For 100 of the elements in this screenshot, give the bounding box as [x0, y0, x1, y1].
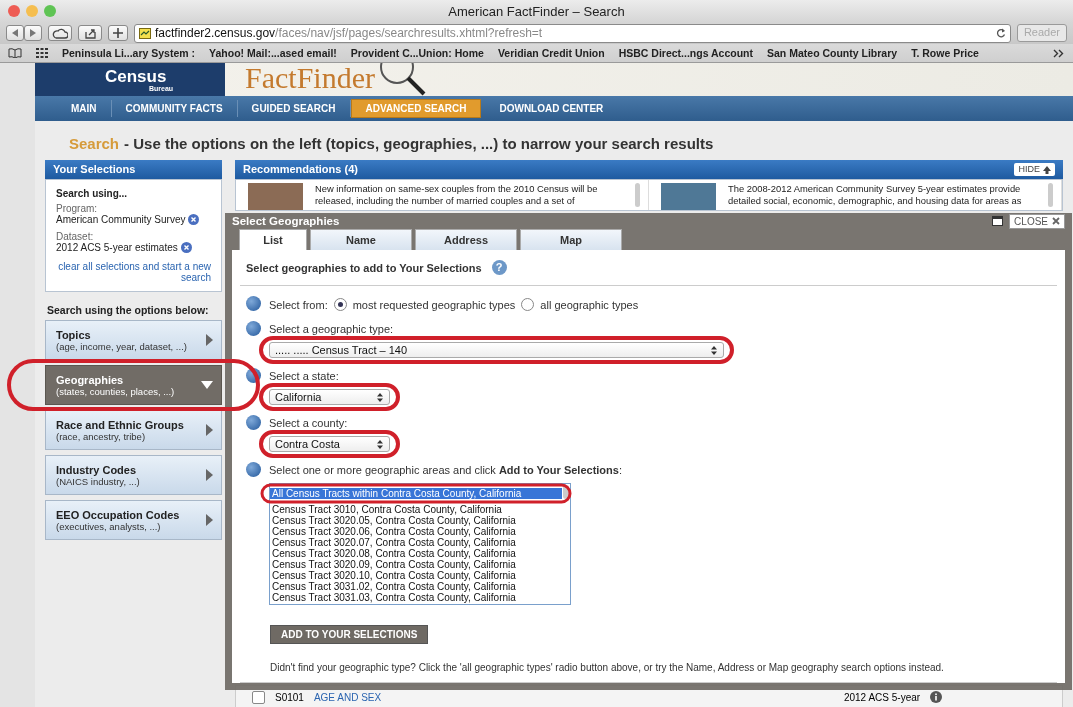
category-title: Topics: [56, 328, 92, 341]
dialog-tab[interactable]: Name: [310, 229, 412, 250]
bookmark-link[interactable]: San Mateo County Library: [767, 47, 898, 59]
step-bullet-icon: [246, 462, 261, 477]
bookmark-link[interactable]: Peninsula Li...ary System :: [62, 47, 196, 59]
field-label: Select a geographic type:: [269, 323, 394, 335]
remove-icon[interactable]: [180, 242, 192, 253]
category-item[interactable]: Topics (age, income, year, dataset, ...): [45, 320, 222, 360]
category-hint: (states, counties, places, ...): [56, 385, 176, 397]
bookmark-link[interactable]: Yahoo! Mail:...ased email!: [209, 47, 337, 59]
list-option[interactable]: Census Tract 3020.08, Contra Costa County, California: [270, 548, 570, 559]
radio-label: Select from:: [269, 298, 328, 311]
scrollbar-thumb: [563, 485, 569, 499]
category-hint: (NAICS industry, ...): [56, 475, 141, 487]
new-tab-button[interactable]: [108, 25, 128, 41]
list-option[interactable]: Census Tract 3020.09, Contra Costa County, California: [270, 559, 570, 570]
hide-button[interactable]: HIDE: [1014, 163, 1055, 176]
radio-button[interactable]: [333, 298, 347, 311]
table-title-link[interactable]: AGE AND SEX: [313, 691, 834, 703]
share-button[interactable]: [78, 25, 102, 41]
right-triangle-icon: [29, 29, 37, 37]
bookmark-link[interactable]: HSBC Direct...ngs Account: [618, 47, 754, 59]
list-option[interactable]: Census Tract 3020.07, Contra Costa County, California: [270, 537, 570, 548]
table-id: S0101: [275, 691, 304, 703]
double-chevron-icon[interactable]: [1053, 48, 1065, 58]
url-text: factfinder2.census.gov/faces/nav/jsf/pages/searchresults.xhtml?refresh=t: [155, 26, 543, 40]
instruction-text: Select one or more geographic areas and click Add to Your Selections:: [269, 464, 622, 476]
nav-tab[interactable]: MAIN: [57, 100, 112, 117]
radio-label: most requested geographic types: [352, 298, 516, 311]
close-button[interactable]: CLOSE: [1009, 213, 1065, 229]
close-icon: [1052, 217, 1060, 225]
search-using-label: Search using...: [56, 188, 129, 199]
list-option[interactable]: All Census Tracts within Contra Costa County, California: [270, 488, 562, 499]
right-triangle-icon: [206, 424, 213, 436]
clear-selections-link[interactable]: clear all selections and start a new search: [56, 261, 211, 283]
category-item[interactable]: Geographies (states, counties, places, ...): [45, 365, 222, 405]
maximize-icon[interactable]: [992, 216, 1004, 226]
up-arrow-icon: [1043, 165, 1051, 174]
list-option[interactable]: Census Tract 3031.02, Contra Costa County, California: [270, 581, 570, 592]
category-item[interactable]: Industry Codes (NAICS industry, ...): [45, 455, 222, 495]
reload-icon[interactable]: [995, 28, 1006, 38]
dropdown[interactable]: California: [269, 389, 390, 405]
panel-header: Your Selections: [45, 160, 222, 179]
category-title: Race and Ethnic Groups: [56, 418, 185, 431]
dropdown[interactable]: Contra Costa: [269, 436, 390, 452]
category-hint: (age, income, year, dataset, ...): [56, 340, 188, 352]
list-option[interactable]: Census Tract 3020.10, Contra Costa County, California: [270, 570, 570, 581]
photo-placeholder: [661, 183, 716, 210]
list-option[interactable]: Census Tract 3010, Contra Costa County, California: [270, 504, 570, 515]
dataset-label: 2012 ACS 5-year: [843, 691, 921, 703]
book-icon[interactable]: [8, 48, 22, 58]
radio-button[interactable]: [521, 298, 535, 311]
dialog-tab[interactable]: List: [239, 229, 307, 250]
recommendation-text: The 2008-2012 American Community Survey 5-year estimates provide detailed social, economic, demographic, and housing data for areas as: [728, 183, 1023, 208]
factfinder-wordmark: FactFinder: [245, 65, 375, 91]
nav-tab[interactable]: DOWNLOAD CENTER: [485, 100, 618, 117]
dialog-title: Select Geographies: [232, 215, 341, 227]
forward-button[interactable]: [24, 25, 42, 41]
left-triangle-icon: [11, 29, 19, 37]
address-field[interactable]: factfinder2.census.gov/faces/nav/jsf/pages/searchresults.xhtml?refresh=t: [134, 23, 1011, 43]
field-value: 2012 ACS 5-year estimates: [56, 242, 178, 253]
field-value: American Community Survey: [56, 214, 186, 225]
bookmark-link[interactable]: Provident C...Union: Home: [350, 47, 484, 59]
right-triangle-icon: [206, 514, 213, 526]
list-option[interactable]: Census Tract 3020.06, Contra Costa County, California: [270, 526, 570, 537]
updown-arrows-icon: [377, 439, 383, 449]
list-option[interactable]: Census Tract 3020.05, Contra Costa County, California: [270, 515, 570, 526]
field-label: Program:: [56, 203, 99, 214]
recommendation-text: New information on same-sex couples from the 2010 Census will be released, including the number of married couples and a set of: [315, 183, 599, 208]
field-label: Select a state:: [269, 370, 339, 382]
field-label: Select a county:: [269, 417, 348, 429]
dropdown[interactable]: ..... ..... Census Tract – 140: [269, 342, 724, 358]
scrollbar-thumb: [1048, 183, 1053, 207]
dialog-tab[interactable]: Map: [520, 229, 622, 250]
nav-tab[interactable]: COMMUNITY FACTS: [111, 100, 238, 117]
category-item[interactable]: EEO Occupation Codes (executives, analysts, ...): [45, 500, 222, 540]
list-option[interactable]: Census Tract 3031.03, Contra Costa County, California: [270, 592, 570, 603]
nav-tab[interactable]: GUIDED SEARCH: [237, 100, 351, 117]
window-title: American FactFinder – Search: [448, 3, 625, 19]
photo-placeholder: [248, 183, 303, 210]
back-button[interactable]: [6, 25, 24, 41]
right-triangle-icon: [206, 334, 213, 346]
down-triangle-icon: [201, 381, 213, 389]
category-item[interactable]: Race and Ethnic Groups (race, ancestry, tribe): [45, 410, 222, 450]
info-icon[interactable]: [930, 691, 943, 703]
grid-icon[interactable]: [36, 48, 48, 58]
help-note: Didn't find your geographic type? Click the 'all geographic types' radio button above, or try the Name, Address or Map geography search options instead.: [270, 662, 945, 673]
category-hint: (executives, analysts, ...): [56, 520, 162, 532]
add-to-selections-button[interactable]: ADD TO YOUR SELECTIONS: [270, 625, 429, 644]
dialog-tab[interactable]: Address: [415, 229, 517, 250]
cloud-icon: [52, 27, 68, 39]
row-checkbox[interactable]: [252, 690, 265, 704]
icloud-tabs-button[interactable]: [48, 25, 72, 41]
updown-arrows-icon: [377, 392, 383, 402]
listbox[interactable]: [269, 483, 571, 605]
close-button[interactable]: [8, 5, 20, 17]
remove-icon[interactable]: [188, 214, 200, 225]
category-title: EEO Occupation Codes: [56, 508, 181, 521]
bookmark-link[interactable]: Veridian Credit Union: [497, 47, 605, 59]
bookmark-link[interactable]: T. Rowe Price: [911, 47, 979, 59]
